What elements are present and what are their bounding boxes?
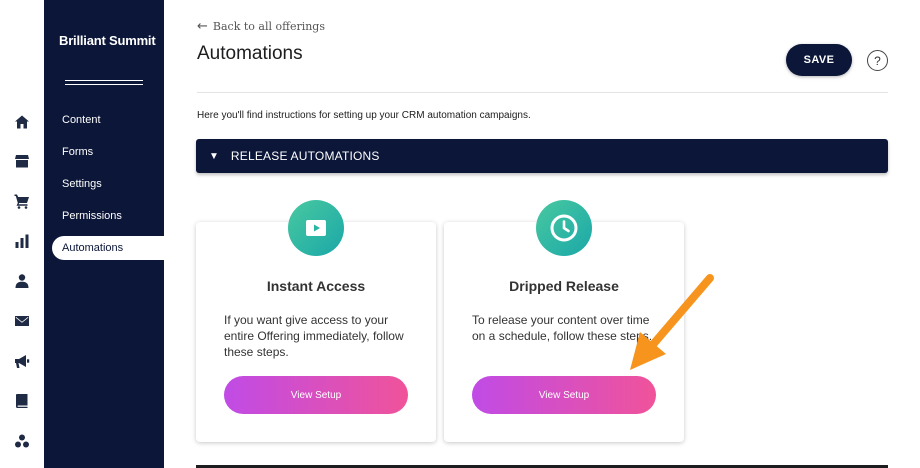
sidebar-item-automations[interactable]: Automations xyxy=(52,236,164,260)
back-link-label: Back to all offerings xyxy=(212,20,325,33)
back-link[interactable]: ← Back to all offerings xyxy=(197,19,325,34)
release-automations-accordion[interactable]: ▼ RELEASE AUTOMATIONS xyxy=(196,139,888,173)
card-title: Instant Access xyxy=(266,278,366,294)
arrow-left-icon: ← xyxy=(197,19,208,34)
intro-text: Here you'll find instructions for settin… xyxy=(197,110,531,121)
sidebar-item-forms[interactable]: Forms xyxy=(52,140,164,164)
bar-chart-icon[interactable] xyxy=(13,232,31,250)
clock-icon xyxy=(536,200,592,256)
page-title: Automations xyxy=(197,43,303,64)
caret-down-icon: ▼ xyxy=(209,150,219,162)
card-description: If you want give access to your entire O… xyxy=(224,313,404,359)
help-icon[interactable]: ? xyxy=(867,50,888,71)
play-icon xyxy=(288,200,344,256)
header-divider xyxy=(197,92,888,93)
mail-icon[interactable] xyxy=(13,312,31,330)
sidebar-item-settings[interactable]: Settings xyxy=(52,172,164,196)
annotation-arrow-icon xyxy=(630,274,714,370)
accordion-label: RELEASE AUTOMATIONS xyxy=(230,149,380,163)
view-setup-button[interactable]: View Setup xyxy=(224,376,408,414)
instant-access-card: Instant Access If you want give access t… xyxy=(196,200,436,442)
brand-name: Brilliant Summit xyxy=(59,33,156,48)
user-icon[interactable] xyxy=(13,272,31,290)
book-icon[interactable] xyxy=(13,392,31,410)
save-button[interactable]: SAVE xyxy=(786,44,852,76)
cart-icon[interactable] xyxy=(13,192,31,210)
view-setup-button[interactable]: View Setup xyxy=(472,376,656,414)
brand-divider xyxy=(65,80,143,85)
home-icon[interactable] xyxy=(13,113,31,131)
sidebar: Brilliant Summit Content Forms Settings … xyxy=(44,0,164,468)
sidebar-item-permissions[interactable]: Permissions xyxy=(52,204,164,228)
icon-rail xyxy=(0,0,44,468)
store-icon[interactable] xyxy=(13,152,31,170)
sidebar-item-content[interactable]: Content xyxy=(52,108,164,132)
megaphone-icon[interactable] xyxy=(13,352,31,370)
community-icon[interactable] xyxy=(13,432,31,450)
